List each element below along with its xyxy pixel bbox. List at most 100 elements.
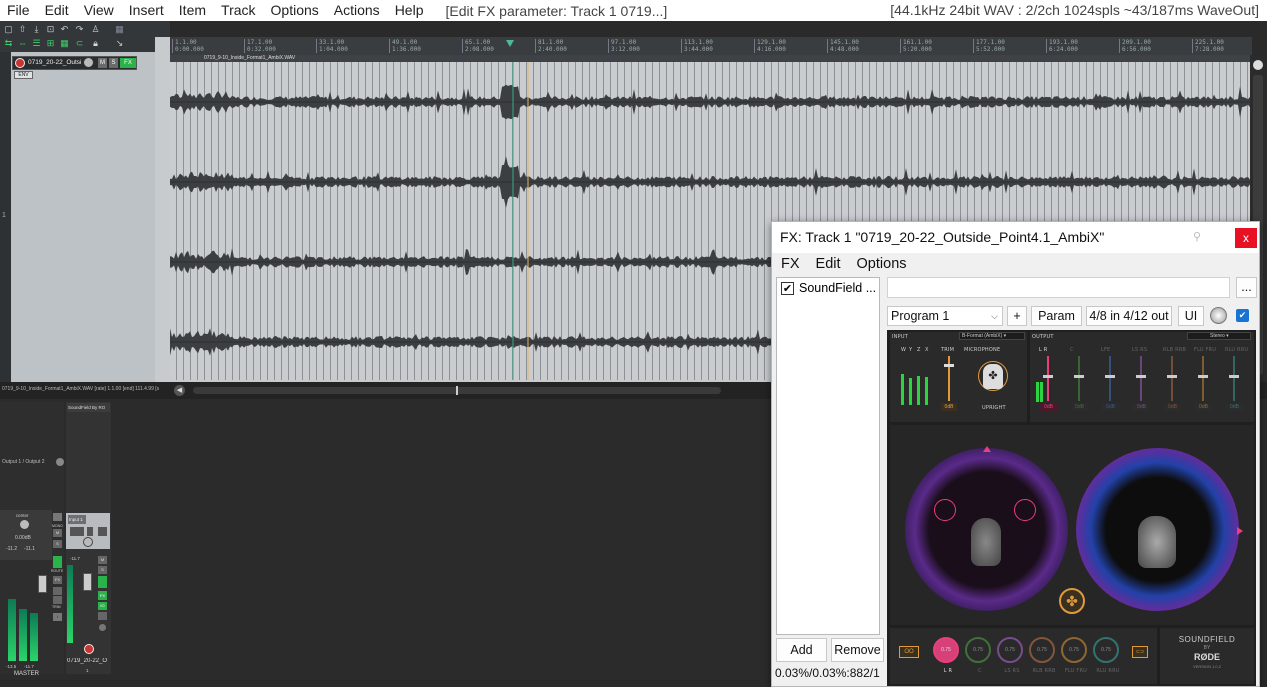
output-channel-handle[interactable] (1198, 375, 1208, 378)
output-channel-handle[interactable] (1074, 375, 1084, 378)
playhead-marker[interactable] (506, 40, 514, 47)
menu-actions[interactable]: Actions (327, 0, 388, 21)
preset-more-button[interactable]: ... (1236, 277, 1257, 298)
ui-button[interactable]: UI (1178, 306, 1204, 326)
item-grouping-icon[interactable]: ⊂ (74, 38, 85, 48)
track-in-fx-button[interactable] (70, 527, 84, 536)
track-mute-button[interactable]: M (98, 556, 107, 564)
track-record-arm-button[interactable] (84, 644, 94, 654)
io-routing-button[interactable]: 4/8 in 4/12 out (1086, 306, 1172, 326)
project-settings-icon[interactable]: ⊡ (45, 24, 56, 34)
menu-view[interactable]: View (77, 0, 122, 21)
right-virtual-mic[interactable] (1014, 499, 1036, 521)
timeline-ruler[interactable]: 1.1.00 0:00.000 17.1.00 0:32.000 33.1.00 1:… (170, 37, 1252, 55)
master-mute-button[interactable]: M (53, 529, 62, 537)
output-channel-slider[interactable] (1202, 356, 1204, 401)
output-level-knob[interactable]: 0.75 (1029, 637, 1055, 663)
link-toggle[interactable]: OO (899, 646, 919, 658)
param-button[interactable]: Param (1031, 306, 1082, 326)
master-fx-icon[interactable] (53, 587, 62, 595)
menu-file[interactable]: File (0, 0, 38, 21)
close-button[interactable]: x (1235, 228, 1257, 248)
ripple-off-icon[interactable]: ⇆ (3, 38, 14, 48)
preset-dropdown[interactable]: Program 1 ⌵ (887, 306, 1003, 326)
output-channel-slider[interactable] (1171, 356, 1173, 401)
master-route-icon[interactable] (53, 556, 62, 568)
trim-handle[interactable] (944, 364, 954, 367)
master-fx-button[interactable]: FX (53, 576, 62, 584)
fx-button[interactable]: FX (120, 58, 136, 68)
remove-fx-button[interactable]: Remove (831, 638, 884, 662)
track-pan-knob[interactable] (83, 537, 93, 547)
menu-edit[interactable]: Edit (38, 0, 77, 21)
ripple-all-icon[interactable]: ☰ (31, 38, 42, 48)
track-phase-knob[interactable] (99, 624, 106, 631)
metronome-icon[interactable]: ♙ (90, 24, 101, 34)
fx-chain-list[interactable]: ✔ SoundField ... (776, 277, 880, 635)
knob-link-button[interactable]: ⊂⊃ (1132, 646, 1148, 658)
track-phase-icon[interactable] (98, 527, 107, 536)
output-level-knob[interactable]: 0.75 (997, 637, 1023, 663)
volume-knob[interactable] (83, 57, 94, 68)
output-channel-value[interactable]: 0dB (1071, 403, 1088, 411)
left-virtual-mic[interactable] (934, 499, 956, 521)
zoom-in-icon[interactable] (1253, 60, 1263, 70)
grid-toggle-icon[interactable]: ▦ (59, 38, 70, 48)
fx-menu-fx[interactable]: FX (772, 253, 807, 275)
output-channel-handle[interactable] (1136, 375, 1146, 378)
master-mono-button[interactable] (53, 513, 62, 521)
mute-button[interactable]: M (98, 58, 107, 68)
envelope-button[interactable]: ENV (14, 71, 33, 79)
track-solo-button[interactable]: S (98, 566, 107, 574)
envelope-tool-icon[interactable]: ↘ (114, 38, 125, 48)
wet-dry-knob[interactable] (1210, 307, 1227, 324)
add-preset-button[interactable]: + (1007, 306, 1027, 326)
output-level-knob[interactable]: 0.75 (933, 637, 959, 663)
grid-icon[interactable]: ▦ (114, 24, 125, 34)
fx-menu-edit[interactable]: Edit (807, 253, 848, 275)
lock-icon[interactable]: 🔒︎ (90, 38, 101, 48)
master-fader[interactable] (38, 575, 47, 593)
output-channel-slider[interactable] (1109, 356, 1111, 401)
menu-options[interactable]: Options (264, 0, 327, 21)
output-channel-value[interactable]: 0dB (1195, 403, 1212, 411)
preset-name-field[interactable] (887, 277, 1230, 298)
scroll-left-icon[interactable]: ◀ (174, 385, 185, 396)
output-channel-value[interactable]: 0dB (1133, 403, 1150, 411)
track-fader[interactable] (83, 573, 92, 591)
fx-menu-options[interactable]: Options (848, 253, 914, 275)
pin-icon[interactable]: ⚲ (1193, 230, 1201, 243)
output-level-knob[interactable]: 0.75 (965, 637, 991, 663)
menu-item[interactable]: Item (172, 0, 214, 21)
soundfield-logo-icon[interactable]: ✤ (1059, 588, 1085, 614)
undo-icon[interactable]: ↶ (59, 24, 70, 34)
track-fx-slot[interactable]: SoundField By RO (67, 403, 110, 412)
track-io-button[interactable]: IO (98, 602, 107, 610)
fx-window-title[interactable]: FX: Track 1 "0719_20-22_Outside_Point4.1… (772, 222, 1259, 253)
track-label[interactable]: 0719_20-22_O (67, 658, 110, 667)
output-channel-slider[interactable] (1140, 356, 1142, 401)
track-fx-button[interactable]: FX (98, 591, 107, 600)
output-channel-value[interactable]: 0dB (1102, 403, 1119, 411)
fx-chain-item[interactable]: ✔ SoundField ... (781, 280, 881, 296)
redo-icon[interactable]: ↷ (74, 24, 85, 34)
master-io-icon[interactable] (56, 458, 64, 466)
output-channel-handle[interactable] (1229, 375, 1239, 378)
master-env-icon[interactable] (53, 596, 62, 604)
menu-track[interactable]: Track (214, 0, 263, 21)
track-record-mode-icon[interactable] (87, 527, 93, 536)
track-input-select[interactable]: Input 1 (68, 515, 86, 524)
output-channel-slider[interactable] (1078, 356, 1080, 401)
output-channel-slider[interactable] (1047, 356, 1049, 401)
trim-value[interactable]: 0dB (941, 403, 957, 411)
solo-button[interactable]: S (109, 58, 118, 68)
save-project-icon[interactable]: ⤓ (31, 24, 42, 34)
output-channel-value[interactable]: 0dB (1164, 403, 1181, 411)
new-project-icon[interactable]: ▢ (3, 24, 14, 34)
output-channel-handle[interactable] (1043, 375, 1053, 378)
trim-slider[interactable] (948, 356, 950, 401)
master-solo-button[interactable]: S (53, 540, 62, 548)
output-channel-handle[interactable] (1167, 375, 1177, 378)
output-format-dropdown[interactable]: Stereo ▾ (1187, 332, 1251, 340)
track-env-icon[interactable] (98, 612, 107, 620)
